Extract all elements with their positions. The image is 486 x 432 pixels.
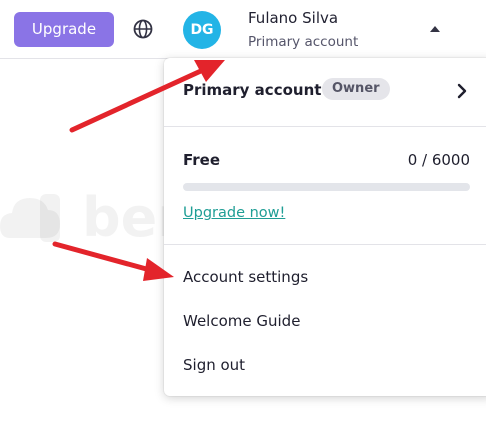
primary-account-row[interactable]: Primary account Owner — [164, 58, 486, 126]
upgrade-now-link[interactable]: Upgrade now! — [183, 205, 285, 221]
account-dropdown-menu: Primary account Owner Free 0 / 6000 Upgr… — [164, 58, 486, 396]
plan-label: Free — [183, 151, 221, 169]
menu-item-welcome-guide[interactable]: Welcome Guide — [183, 312, 300, 330]
account-type-label: Primary account — [248, 34, 359, 50]
usage-progress-bar — [183, 183, 470, 191]
primary-account-label: Primary account — [183, 81, 322, 99]
chevron-right-icon — [457, 83, 467, 99]
top-bar: Upgrade DG Fulano Silva Primary account — [0, 0, 486, 59]
menu-divider — [164, 244, 486, 245]
menu-item-sign-out[interactable]: Sign out — [183, 356, 245, 374]
caret-up-icon[interactable] — [430, 26, 440, 32]
user-name[interactable]: Fulano Silva — [248, 9, 338, 27]
usage-count: 0 / 6000 — [407, 151, 470, 169]
owner-badge: Owner — [322, 78, 390, 100]
avatar[interactable]: DG — [183, 11, 221, 49]
upgrade-button[interactable]: Upgrade — [14, 12, 114, 47]
globe-icon[interactable] — [132, 18, 154, 40]
menu-divider — [164, 126, 486, 127]
menu-item-account-settings[interactable]: Account settings — [183, 268, 308, 286]
annotation-arrow-2 — [52, 241, 174, 281]
